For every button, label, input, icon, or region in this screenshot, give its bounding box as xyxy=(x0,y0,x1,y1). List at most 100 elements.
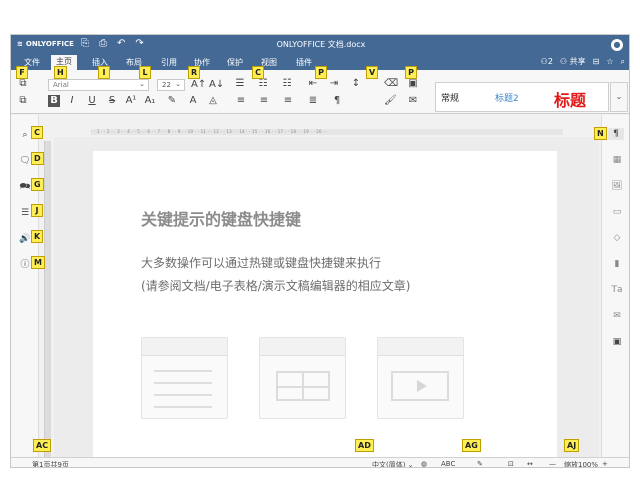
font-size-select[interactable]: 22 ⌄ xyxy=(157,79,185,91)
hint-chat: G xyxy=(31,178,44,191)
multilevel-list-icon[interactable]: ☷ xyxy=(281,78,293,90)
hint-read-aloud: K xyxy=(31,230,44,243)
chat-icon[interactable]: 🗪 xyxy=(18,180,32,194)
status-bar: 第1页共9页 中文(简体) ⌄ ◍ ABC ✎ ⊡ ↔ — 缩放100% + xyxy=(11,457,629,467)
hint-view: V xyxy=(366,66,379,79)
hint-references: R xyxy=(188,66,201,79)
copy-icon[interactable]: ⧉ xyxy=(17,78,29,90)
subscript-icon[interactable]: A₁ xyxy=(144,95,156,107)
mail-merge-icon[interactable]: ✉ xyxy=(407,95,419,107)
paragraph-shading-icon[interactable]: ◬ xyxy=(207,95,219,107)
tab-plugins[interactable]: 插件 xyxy=(296,57,312,68)
paragraph-settings-icon[interactable]: ¶ xyxy=(608,128,624,140)
font-color-icon[interactable]: A xyxy=(187,95,199,107)
spellcheck-icon[interactable]: ABC xyxy=(441,460,455,467)
mail-merge-icon[interactable]: ✉ xyxy=(611,310,623,322)
hint-zoom: AJ xyxy=(564,439,580,452)
highlight-icon[interactable]: ✎ xyxy=(166,95,178,107)
track-changes-icon[interactable]: ✎ xyxy=(477,460,483,467)
hint-layout: L xyxy=(139,66,151,79)
users-count[interactable]: ⚇2 xyxy=(541,57,553,66)
form-settings-icon[interactable]: ▣ xyxy=(611,336,623,348)
style-normal[interactable]: 常规 xyxy=(441,91,459,104)
tab-references[interactable]: 引用 xyxy=(161,57,177,68)
line-spacing-icon[interactable]: ↕ xyxy=(350,78,362,90)
user-icon[interactable]: ● xyxy=(611,39,623,51)
align-center-icon[interactable]: ≡ xyxy=(258,95,270,107)
about-icon[interactable]: ⓘ xyxy=(18,258,32,272)
numbering-icon[interactable]: ☷ xyxy=(257,78,269,90)
share-button[interactable]: ⚇ 共享 xyxy=(560,56,586,67)
table-settings-icon[interactable]: ▦ xyxy=(611,154,623,166)
zoom-in-button[interactable]: + xyxy=(602,460,608,467)
italic-icon[interactable]: I xyxy=(66,95,78,107)
increase-font-icon[interactable]: A↑ xyxy=(191,79,206,91)
open-location-icon[interactable]: ⊟ xyxy=(593,57,600,66)
style-title[interactable]: 标题 xyxy=(554,87,586,111)
decrease-font-icon[interactable]: A↓ xyxy=(209,79,224,91)
search-icon[interactable]: ⌕ xyxy=(621,57,625,67)
hint-protection: P xyxy=(315,66,327,79)
zoom-out-button[interactable]: — xyxy=(549,460,556,467)
hint-search: C xyxy=(31,126,43,139)
hint-page-count: AC xyxy=(33,439,52,452)
hint-plugins: P xyxy=(405,66,417,79)
paste-icon[interactable]: ⧉ xyxy=(17,95,29,107)
shape-settings-icon[interactable]: ◇ xyxy=(611,232,623,244)
hint-home: H xyxy=(54,66,67,79)
nonprinting-characters-icon[interactable]: ¶ xyxy=(331,95,343,107)
font-name-value: Arial xyxy=(53,81,69,89)
increase-indent-icon[interactable]: ⇥ xyxy=(328,78,340,90)
font-name-select[interactable]: Arial ⌄ xyxy=(48,79,149,91)
spreadsheet-card-icon xyxy=(259,337,346,419)
header-footer-icon[interactable]: ▭ xyxy=(611,206,623,218)
document-card-icon xyxy=(141,337,228,419)
chevron-down-icon: ⌄ xyxy=(139,80,145,88)
hint-comments: D xyxy=(31,152,44,165)
justify-icon[interactable]: ≣ xyxy=(307,95,319,107)
left-sidebar: ⌕ 🗨 🗪 ☰ 🔊 ⓘ xyxy=(11,115,39,457)
bullets-icon[interactable]: ☰ xyxy=(234,78,246,90)
favorite-icon[interactable]: ☆ xyxy=(606,57,613,66)
tab-protection[interactable]: 保护 xyxy=(227,57,243,68)
page-heading: 关键提示的键盘快捷键 xyxy=(141,210,302,229)
hint-file: F xyxy=(16,66,28,79)
underline-icon[interactable]: U xyxy=(86,95,98,107)
globe-icon[interactable]: ◍ xyxy=(421,460,427,467)
hint-paragraph-settings: N xyxy=(594,127,607,140)
search-icon[interactable]: ⌕ xyxy=(18,128,32,142)
read-aloud-icon[interactable]: 🔊 xyxy=(18,232,32,246)
hint-navigation: J xyxy=(31,204,43,217)
hint-collaboration: C xyxy=(252,66,264,79)
navigation-icon[interactable]: ☰ xyxy=(18,206,32,220)
language-select[interactable]: 中文(简体) ⌄ xyxy=(372,460,414,467)
text-art-icon[interactable]: Tа xyxy=(611,284,623,296)
zoom-level[interactable]: 缩放100% xyxy=(564,460,598,467)
font-size-value: 22 xyxy=(162,81,171,89)
strikethrough-icon[interactable]: S xyxy=(106,95,118,107)
fit-width-icon[interactable]: ↔ xyxy=(527,460,533,467)
bold-icon[interactable]: B xyxy=(48,95,60,107)
vertical-ruler xyxy=(44,141,51,457)
right-sidebar: ¶ ▦ 🖼 ▭ ◇ ▮ Tа ✉ ▣ xyxy=(601,115,629,457)
decrease-indent-icon[interactable]: ⇤ xyxy=(307,78,319,90)
comments-icon[interactable]: 🗨 xyxy=(18,154,32,168)
align-right-icon[interactable]: ≡ xyxy=(282,95,294,107)
image-settings-icon[interactable]: 🖼 xyxy=(611,180,623,192)
superscript-icon[interactable]: A¹ xyxy=(125,95,137,107)
color-scheme-icon[interactable]: ▣ xyxy=(407,78,419,90)
title-bar: ≋ ONLYOFFICE ⎘ ⎙ ↶ ↷ ONLYOFFICE 文档.docx … xyxy=(11,35,629,55)
styles-more-button[interactable]: ⌄ xyxy=(610,82,628,112)
clear-style-icon[interactable]: ⌫ xyxy=(384,78,398,90)
document-page[interactable]: 关键提示的键盘快捷键 大多数操作可以通过热键或键盘快捷键来执行 (请参阅文档/电… xyxy=(93,151,557,457)
presentation-card-icon xyxy=(377,337,464,419)
hint-about: M xyxy=(31,256,45,269)
copy-style-icon[interactable]: 🖌 xyxy=(384,95,397,107)
style-heading-2[interactable]: 标题2 xyxy=(495,91,519,104)
hint-track-changes: AG xyxy=(462,439,481,452)
page-line-1: 大多数操作可以通过热键或键盘快捷键来执行 xyxy=(141,256,382,270)
fit-page-icon[interactable]: ⊡ xyxy=(508,460,514,467)
page-body: 大多数操作可以通过热键或键盘快捷键来执行 (请参阅文档/电子表格/演示文稿编辑器… xyxy=(141,252,410,298)
chart-settings-icon[interactable]: ▮ xyxy=(611,258,623,270)
align-left-icon[interactable]: ≡ xyxy=(235,95,247,107)
